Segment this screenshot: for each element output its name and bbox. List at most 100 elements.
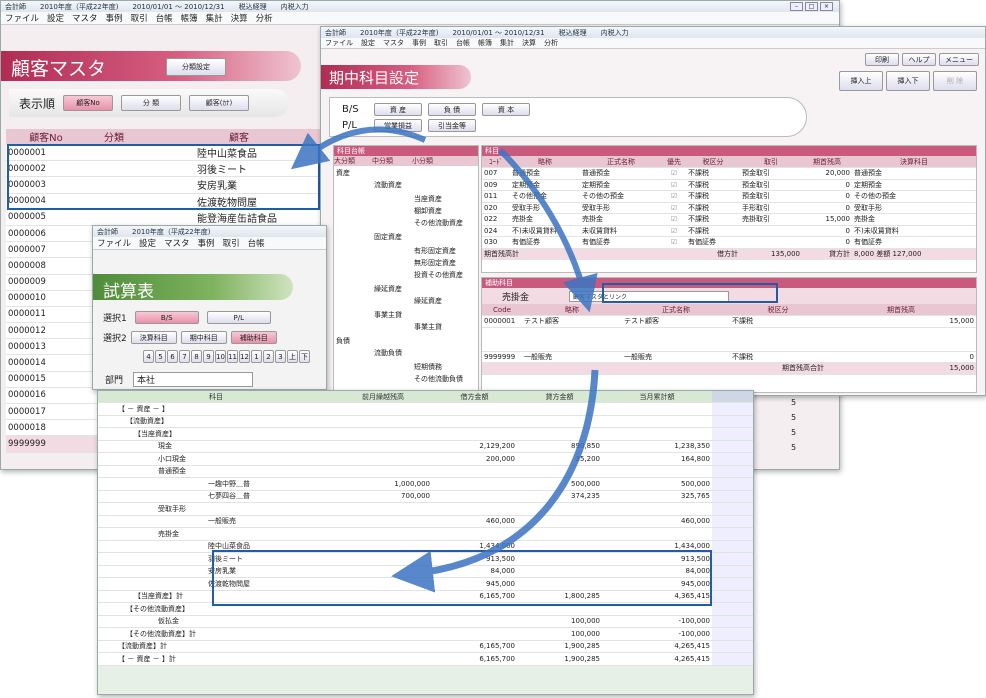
- table-row[interactable]: 仮払金 100,000 -100,000: [98, 615, 753, 628]
- menu-closing[interactable]: 決算: [522, 38, 536, 48]
- table-row[interactable]: 売掛金: [98, 527, 753, 541]
- ledger-item[interactable]: 事業主貸: [374, 310, 402, 320]
- menu-file[interactable]: ファイル: [97, 237, 131, 249]
- menu-transaction[interactable]: 取引: [434, 38, 448, 48]
- month-button[interactable]: 7: [179, 350, 190, 363]
- month-button[interactable]: 3: [275, 350, 286, 363]
- menu-books[interactable]: 帳簿: [478, 38, 492, 48]
- menu-summary[interactable]: 集計: [206, 12, 223, 24]
- sub-account-button[interactable]: 補助科目: [230, 331, 277, 344]
- menu-master[interactable]: マスタ: [164, 237, 190, 249]
- ledger-item[interactable]: その他流動資産: [414, 218, 463, 228]
- ledger-item[interactable]: 流動負債: [374, 348, 402, 358]
- menu-example[interactable]: 事例: [198, 237, 215, 249]
- reserves-button[interactable]: 引当金等: [428, 118, 476, 132]
- menu-summary[interactable]: 集計: [500, 38, 514, 48]
- menu-transaction[interactable]: 取引: [131, 12, 148, 24]
- capital-button[interactable]: 資 本: [482, 102, 530, 116]
- table-row[interactable]: 022 売掛金 売掛金 ☑ 不課税 売掛取引 15,000 売掛金: [482, 213, 976, 226]
- menu-closing[interactable]: 決算: [231, 12, 248, 24]
- ledger-item[interactable]: 負債: [336, 336, 350, 346]
- ledger-item[interactable]: 棚卸資産: [414, 206, 442, 216]
- menu-ledger[interactable]: 台帳: [456, 38, 470, 48]
- table-row[interactable]: 一趣中野＿普 1,000,000 500,000 500,000: [98, 477, 753, 491]
- menu-file[interactable]: ファイル: [5, 12, 39, 24]
- ledger-item[interactable]: その他流動負債: [414, 374, 463, 384]
- pl-button[interactable]: P/L: [206, 311, 271, 324]
- table-row[interactable]: 七夢四谷＿普 700,000 374,235 325,765: [98, 490, 753, 503]
- menu-settings[interactable]: 設定: [47, 12, 64, 24]
- table-row[interactable]: 【流動資産】計 6,165,700 1,900,285 4,265,415: [98, 640, 753, 653]
- operating-button[interactable]: 営業損益: [374, 118, 422, 132]
- table-row[interactable]: 【当座資産】: [98, 427, 753, 441]
- table-row[interactable]: 007 普通預金 普通預金 ☑ 不課税 預金取引 20,000 普通預金: [482, 167, 976, 180]
- priority-checkbox[interactable]: ☑: [662, 179, 686, 191]
- menu-transaction[interactable]: 取引: [223, 237, 240, 249]
- col-customer-no[interactable]: 顧客No: [6, 129, 86, 145]
- ledger-item[interactable]: 投資その他資産: [414, 270, 463, 280]
- ledger-item[interactable]: 流動資産: [374, 180, 402, 190]
- priority-checkbox[interactable]: ☑: [662, 202, 686, 214]
- month-button[interactable]: 12: [239, 350, 250, 363]
- menu-settings[interactable]: 設定: [361, 38, 375, 48]
- ledger-item[interactable]: 固定資産: [374, 232, 402, 242]
- priority-checkbox[interactable]: ☑: [662, 167, 686, 180]
- closing-account-button[interactable]: 決算科目: [130, 331, 177, 344]
- delete-button[interactable]: 削 除: [933, 71, 977, 91]
- sort-by-kana-button[interactable]: 顧客(ｶﾅ): [189, 95, 250, 111]
- table-row[interactable]: 020 受取手形 受取手形 ☑ 不課税 手形取引 0 受取手形: [482, 202, 976, 214]
- period-account-button[interactable]: 期中科目: [180, 331, 227, 344]
- liabilities-button[interactable]: 負 債: [428, 102, 476, 116]
- table-row[interactable]: 0000001 テスト顧客 テスト顧客 不課税 15,000: [482, 315, 976, 328]
- table-row[interactable]: 009 定期預金 定期預金 ☑ 不課税 預金取引 0 定期預金: [482, 179, 976, 191]
- assets-button[interactable]: 資 産: [374, 102, 422, 116]
- scrollbar[interactable]: [712, 391, 753, 403]
- help-button[interactable]: ヘルプ: [902, 53, 936, 66]
- month-button[interactable]: 6: [167, 350, 178, 363]
- month-button[interactable]: 1: [251, 350, 262, 363]
- close-icon[interactable]: ×: [820, 2, 833, 11]
- table-row[interactable]: 【その他流動資産】計 100,000 -100,000: [98, 627, 753, 641]
- ledger-item[interactable]: 当座資産: [414, 194, 442, 204]
- menu-ledger[interactable]: 台帳: [248, 237, 265, 249]
- col-customer[interactable]: 顧客: [142, 129, 336, 145]
- month-button[interactable]: 4: [143, 350, 154, 363]
- maximize-icon[interactable]: □: [805, 2, 818, 11]
- ledger-item[interactable]: 事業主貸: [414, 322, 442, 332]
- table-row[interactable]: 受取手形: [98, 502, 753, 516]
- ledger-item[interactable]: 繰延資産: [374, 284, 402, 294]
- month-button[interactable]: 8: [191, 350, 202, 363]
- table-row[interactable]: 9999999 一般販売 一般販売 不課税 0: [482, 351, 976, 363]
- minimize-icon[interactable]: –: [790, 2, 803, 11]
- menu-analysis[interactable]: 分析: [256, 12, 273, 24]
- priority-checkbox[interactable]: ☑: [662, 236, 686, 249]
- ledger-item[interactable]: 有形固定資産: [414, 246, 456, 256]
- table-row[interactable]: 一般販売 460,000 460,000: [98, 515, 753, 528]
- table-row[interactable]: 【流動資産】: [98, 415, 753, 428]
- table-row[interactable]: 【 － 資産 － 】計 6,165,700 1,900,285 4,265,415: [98, 652, 753, 666]
- month-button[interactable]: 2: [263, 350, 274, 363]
- table-row[interactable]: 現金 2,129,200 890,850 1,238,350: [98, 440, 753, 453]
- department-field[interactable]: 本社: [133, 372, 254, 387]
- bs-button[interactable]: B/S: [134, 311, 199, 324]
- table-row[interactable]: 【 － 資産 － 】: [98, 402, 753, 416]
- menu-example[interactable]: 事例: [106, 12, 123, 24]
- priority-checkbox[interactable]: ☑: [662, 213, 686, 226]
- table-row[interactable]: 024 不)未収賃貸料 未収賃貸料 ☑ 不課税 0 不)未収賃貸料: [482, 225, 976, 237]
- menu-ledger[interactable]: 台帳: [156, 12, 173, 24]
- insert-above-button[interactable]: 挿入上: [839, 71, 883, 91]
- ledger-item[interactable]: 無形固定資産: [414, 258, 456, 268]
- month-button[interactable]: 上: [287, 350, 298, 363]
- menu-file[interactable]: ファイル: [325, 38, 353, 48]
- sort-by-no-button[interactable]: 顧客No: [63, 95, 114, 111]
- menu-master[interactable]: マスタ: [72, 12, 98, 24]
- month-button[interactable]: 9: [203, 350, 214, 363]
- sort-by-group-button[interactable]: 分 類: [121, 95, 182, 111]
- table-row[interactable]: 011 その他預金 その他の預金 ☑ 不課税 預金取引 0 その他の預金: [482, 190, 976, 203]
- month-button[interactable]: 10: [215, 350, 226, 363]
- table-row[interactable]: 030 有価証券 有価証券 ☑ 有価証券 0 有価証券: [482, 236, 976, 249]
- menu-books[interactable]: 帳簿: [181, 12, 198, 24]
- menu-master[interactable]: マスタ: [383, 38, 404, 48]
- ledger-item[interactable]: 短期債務: [414, 362, 442, 372]
- menu-settings[interactable]: 設定: [139, 237, 156, 249]
